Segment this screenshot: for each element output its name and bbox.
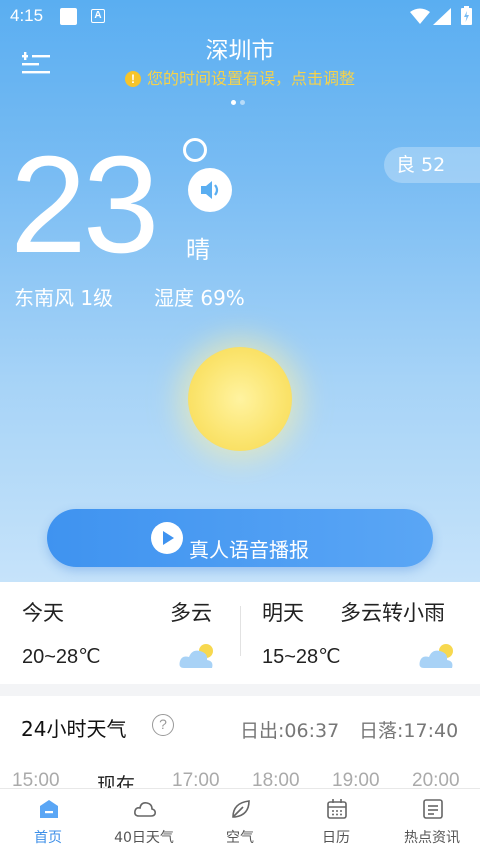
wifi-icon	[410, 8, 430, 24]
nav-air-label: 空气	[226, 830, 254, 846]
tomorrow-label: 明天	[262, 601, 304, 625]
sunrise-time: 日出:06:37	[240, 720, 340, 742]
today-condition: 多云	[170, 601, 212, 625]
current-condition: 晴	[186, 236, 210, 264]
hourly-strip[interactable]: 15:00 现在 17:00 18:00 19:00 20:00	[0, 770, 480, 788]
sunset-time: 日落:17:40	[359, 720, 459, 742]
today-label: 今天	[22, 601, 64, 625]
bottom-navigation: 首页 40日天气 空气 日历 热点资讯	[0, 788, 480, 852]
hour-label: 18:00	[252, 770, 300, 788]
page-indicator	[231, 90, 249, 109]
air-quality-badge[interactable]: 良 52	[384, 147, 480, 183]
hour-label: 19:00	[332, 770, 380, 788]
city-name[interactable]: 深圳市	[0, 31, 480, 65]
broadcast-label: 真人语音播报	[189, 538, 309, 562]
hourly-title: 24小时天气	[21, 717, 127, 741]
cloud-icon	[134, 802, 156, 817]
voice-broadcast-button[interactable]: 真人语音播报	[47, 509, 433, 567]
page-dot	[240, 100, 245, 105]
hour-label: 17:00	[172, 770, 220, 788]
today-range: 20~28℃	[22, 646, 101, 668]
nav-40day[interactable]: 40日天气	[96, 789, 192, 852]
nav-home[interactable]: 首页	[0, 789, 96, 852]
tomorrow-forecast[interactable]: 明天 多云转小雨 15~28℃	[240, 582, 480, 682]
wind-info: 东南风 1级	[14, 286, 114, 310]
today-forecast[interactable]: 今天 多云 20~28℃	[0, 582, 240, 682]
hour-label: 20:00	[412, 770, 460, 788]
news-icon	[423, 799, 443, 819]
sun-icon	[188, 347, 292, 451]
speaker-icon	[201, 181, 219, 199]
battery-icon	[461, 6, 472, 25]
time-warning[interactable]: ! 您的时间设置有误，点击调整	[0, 65, 480, 89]
nav-news[interactable]: 热点资讯	[384, 789, 480, 852]
daily-forecast-card: 今天 多云 20~28℃ 明天 多云转小雨 15~28℃	[0, 582, 480, 682]
home-icon	[40, 800, 58, 818]
voice-speaker-button[interactable]	[188, 168, 232, 212]
status-time: 4:15	[10, 6, 44, 25]
page-dot-active	[231, 100, 236, 105]
keyboard-icon: A	[91, 9, 105, 23]
leaf-icon	[232, 800, 250, 818]
hour-label-now: 现在	[97, 775, 136, 788]
notification-icon	[60, 8, 77, 25]
nav-calendar[interactable]: 日历	[288, 789, 384, 852]
nav-news-label: 热点资讯	[404, 830, 460, 846]
section-gap	[0, 684, 480, 696]
play-icon	[151, 522, 183, 554]
degree-symbol	[183, 138, 207, 162]
calendar-icon	[327, 799, 347, 819]
nav-40day-label: 40日天气	[114, 830, 174, 846]
nav-air[interactable]: 空气	[192, 789, 288, 852]
partly-cloudy-icon	[419, 644, 453, 668]
time-warning-text: 您的时间设置有误，点击调整	[146, 69, 355, 88]
signal-icon	[433, 8, 451, 25]
nav-home-label: 首页	[34, 830, 62, 846]
tomorrow-range: 15~28℃	[262, 646, 341, 668]
humidity-info: 湿度 69%	[154, 286, 245, 310]
warning-icon: !	[124, 71, 141, 87]
nav-calendar-label: 日历	[322, 830, 350, 846]
tomorrow-condition: 多云转小雨	[340, 601, 445, 625]
partly-cloudy-icon	[179, 644, 213, 668]
status-bar: 4:15 A	[0, 0, 480, 34]
help-icon[interactable]: ?	[152, 714, 174, 736]
current-temperature: 23	[10, 128, 159, 282]
hour-label: 15:00	[12, 770, 60, 788]
